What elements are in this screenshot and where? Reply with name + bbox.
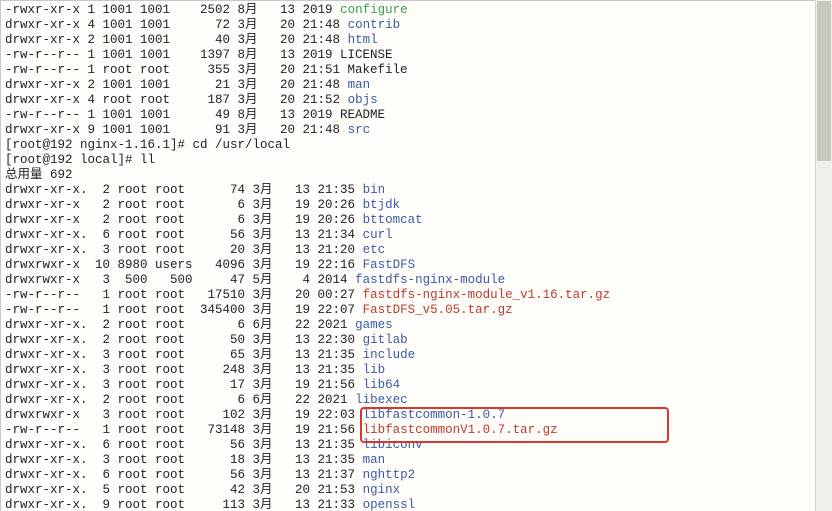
text-segment: drwxr-xr-x. 3 root root 248 3月 13 21:35: [5, 363, 363, 377]
archive-name: fastdfs-nginx-module_v1.16.tar.gz: [363, 288, 611, 302]
text-segment: drwxr-xr-x. 6 root root 56 3月 13 21:37: [5, 468, 363, 482]
text-segment: -rwxr-xr-x 1 1001 1001 2502 8月 13 2019: [5, 3, 340, 17]
text-segment: -rw-r--r-- 1 root root 345400 3月 19 22:0…: [5, 303, 363, 317]
text-segment: drwxr-xr-x. 9 root root 113 3月 13 21:33: [5, 498, 363, 511]
text-segment: drwxr-xr-x 2 root root 6 3月 19 20:26: [5, 213, 363, 227]
dir-name: curl: [363, 228, 393, 242]
dir-name: FastDFS: [363, 258, 416, 272]
dir-name: libiconv: [363, 438, 423, 452]
text-segment: drwxr-xr-x. 6 root root 56 3月 13 21:35: [5, 438, 363, 452]
text-segment: drwxr-xr-x 9 1001 1001 91 3月 20 21:48: [5, 123, 348, 137]
terminal-line: -rw-r--r-- 1 root root 73148 3月 19 21:56…: [5, 423, 827, 438]
dir-name: bttomcat: [363, 213, 423, 227]
text-segment: -rw-r--r-- 1 root root 17510 3月 20 00:27: [5, 288, 363, 302]
terminal-line: drwxr-xr-x. 3 root root 65 3月 13 21:35 i…: [5, 348, 827, 363]
vertical-scrollbar[interactable]: [815, 0, 832, 511]
terminal-line: drwxrwxr-x 10 8980 users 4096 3月 19 22:1…: [5, 258, 827, 273]
terminal-line: -rw-r--r-- 1 1001 1001 49 8月 13 2019 REA…: [5, 108, 827, 123]
terminal-line: drwxr-xr-x 2 1001 1001 40 3月 20 21:48 ht…: [5, 33, 827, 48]
shell-prompt: [root@192 local]# ll: [5, 153, 155, 167]
text-segment: drwxr-xr-x. 2 root root 50 3月 13 22:30: [5, 333, 363, 347]
text-segment: drwxr-xr-x 2 1001 1001 21 3月 20 21:48: [5, 78, 348, 92]
terminal-line: drwxr-xr-x. 2 root root 6 6月 22 2021 gam…: [5, 318, 827, 333]
dir-name: nghttp2: [363, 468, 416, 482]
text-segment: drwxr-xr-x 2 root root 6 3月 19 20:26: [5, 198, 363, 212]
dir-name: lib: [363, 363, 386, 377]
terminal-line: [root@192 nginx-1.16.1]# cd /usr/local: [5, 138, 827, 153]
dir-name: games: [355, 318, 393, 332]
terminal-line: drwxr-xr-x. 2 root root 50 3月 13 22:30 g…: [5, 333, 827, 348]
dir-name: objs: [348, 93, 378, 107]
dir-name: src: [348, 123, 371, 137]
archive-name: libfastcommonV1.0.7.tar.gz: [363, 423, 558, 437]
dir-name: fastdfs-nginx-module: [355, 273, 505, 287]
dir-name: lib64: [363, 378, 401, 392]
terminal-line: drwxr-xr-x 4 root root 187 3月 20 21:52 o…: [5, 93, 827, 108]
terminal-line: -rw-r--r-- 1 root root 355 3月 20 21:51 M…: [5, 63, 827, 78]
terminal-line: drwxr-xr-x 9 1001 1001 91 3月 20 21:48 sr…: [5, 123, 827, 138]
terminal-line: drwxr-xr-x. 6 root root 56 3月 13 21:34 c…: [5, 228, 827, 243]
dir-name: nginx: [363, 483, 401, 497]
dir-name: btjdk: [363, 198, 401, 212]
text-segment: drwxr-xr-x. 2 root root 6 6月 22 2021: [5, 318, 355, 332]
archive-name: FastDFS_v5.05.tar.gz: [363, 303, 513, 317]
text-segment: drwxrwxr-x 10 8980 users 4096 3月 19 22:1…: [5, 258, 363, 272]
dir-name: etc: [363, 243, 386, 257]
text-segment: -rw-r--r-- 1 root root 355 3月 20 21:51 M…: [5, 63, 408, 77]
terminal-line: drwxr-xr-x 4 1001 1001 72 3月 20 21:48 co…: [5, 18, 827, 33]
terminal-line: drwxr-xr-x. 3 root root 20 3月 13 21:20 e…: [5, 243, 827, 258]
terminal-line: -rwxr-xr-x 1 1001 1001 2502 8月 13 2019 c…: [5, 3, 827, 18]
terminal-line: drwxr-xr-x. 3 root root 18 3月 13 21:35 m…: [5, 453, 827, 468]
terminal-line: drwxr-xr-x. 3 root root 248 3月 13 21:35 …: [5, 363, 827, 378]
text-segment: drwxrwxr-x 3 500 500 47 5月 4 2014: [5, 273, 355, 287]
terminal-line: [root@192 local]# ll: [5, 153, 827, 168]
terminal-line: -rw-r--r-- 1 root root 17510 3月 20 00:27…: [5, 288, 827, 303]
terminal-line: drwxrwxr-x 3 root root 102 3月 19 22:03 l…: [5, 408, 827, 423]
dir-name: man: [348, 78, 371, 92]
text-segment: drwxr-xr-x. 6 root root 56 3月 13 21:34: [5, 228, 363, 242]
dir-name: bin: [363, 183, 386, 197]
exec-name: configure: [340, 3, 408, 17]
text-segment: 总用量 692: [5, 168, 73, 182]
terminal-line: 总用量 692: [5, 168, 827, 183]
dir-name: openssl: [363, 498, 416, 511]
text-segment: -rw-r--r-- 1 root root 73148 3月 19 21:56: [5, 423, 363, 437]
terminal-line: drwxr-xr-x 2 1001 1001 21 3月 20 21:48 ma…: [5, 78, 827, 93]
terminal-line: drwxr-xr-x 2 root root 6 3月 19 20:26 btj…: [5, 198, 827, 213]
text-segment: drwxr-xr-x. 2 root root 74 3月 13 21:35: [5, 183, 363, 197]
terminal-line: drwxr-xr-x 2 root root 6 3月 19 20:26 btt…: [5, 213, 827, 228]
terminal-line: -rw-r--r-- 1 root root 345400 3月 19 22:0…: [5, 303, 827, 318]
terminal-line: drwxr-xr-x. 5 root root 42 3月 20 21:53 n…: [5, 483, 827, 498]
dir-name: libexec: [355, 393, 408, 407]
terminal-output[interactable]: -rwxr-xr-x 1 1001 1001 2502 8月 13 2019 c…: [0, 0, 832, 511]
text-segment: drwxr-xr-x 4 root root 187 3月 20 21:52: [5, 93, 348, 107]
text-segment: drwxr-xr-x. 3 root root 18 3月 13 21:35: [5, 453, 363, 467]
text-segment: -rw-r--r-- 1 1001 1001 49 8月 13 2019 REA…: [5, 108, 385, 122]
text-segment: drwxr-xr-x. 3 root root 17 3月 19 21:56: [5, 378, 363, 392]
text-segment: drwxr-xr-x. 5 root root 42 3月 20 21:53: [5, 483, 363, 497]
shell-prompt: [root@192 nginx-1.16.1]# cd /usr/local: [5, 138, 290, 152]
terminal-line: drwxr-xr-x. 2 root root 6 6月 22 2021 lib…: [5, 393, 827, 408]
text-segment: -rw-r--r-- 1 1001 1001 1397 8月 13 2019 L…: [5, 48, 393, 62]
terminal-line: drwxrwxr-x 3 500 500 47 5月 4 2014 fastdf…: [5, 273, 827, 288]
terminal-line: drwxr-xr-x. 6 root root 56 3月 13 21:35 l…: [5, 438, 827, 453]
text-segment: drwxr-xr-x. 3 root root 65 3月 13 21:35: [5, 348, 363, 362]
scrollbar-thumb[interactable]: [817, 1, 831, 161]
text-segment: drwxr-xr-x 2 1001 1001 40 3月 20 21:48: [5, 33, 348, 47]
text-segment: drwxr-xr-x. 2 root root 6 6月 22 2021: [5, 393, 355, 407]
terminal-line: drwxr-xr-x. 3 root root 17 3月 19 21:56 l…: [5, 378, 827, 393]
terminal-line: drwxr-xr-x. 2 root root 74 3月 13 21:35 b…: [5, 183, 827, 198]
dir-name: libfastcommon-1.0.7: [363, 408, 506, 422]
dir-name: contrib: [348, 18, 401, 32]
text-segment: drwxr-xr-x 4 1001 1001 72 3月 20 21:48: [5, 18, 348, 32]
terminal-line: -rw-r--r-- 1 1001 1001 1397 8月 13 2019 L…: [5, 48, 827, 63]
dir-name: include: [363, 348, 416, 362]
terminal-line: drwxr-xr-x. 6 root root 56 3月 13 21:37 n…: [5, 468, 827, 483]
text-segment: drwxrwxr-x 3 root root 102 3月 19 22:03: [5, 408, 363, 422]
terminal-line: drwxr-xr-x. 9 root root 113 3月 13 21:33 …: [5, 498, 827, 511]
dir-name: gitlab: [363, 333, 408, 347]
dir-name: html: [348, 33, 378, 47]
dir-name: man: [363, 453, 386, 467]
text-segment: drwxr-xr-x. 3 root root 20 3月 13 21:20: [5, 243, 363, 257]
